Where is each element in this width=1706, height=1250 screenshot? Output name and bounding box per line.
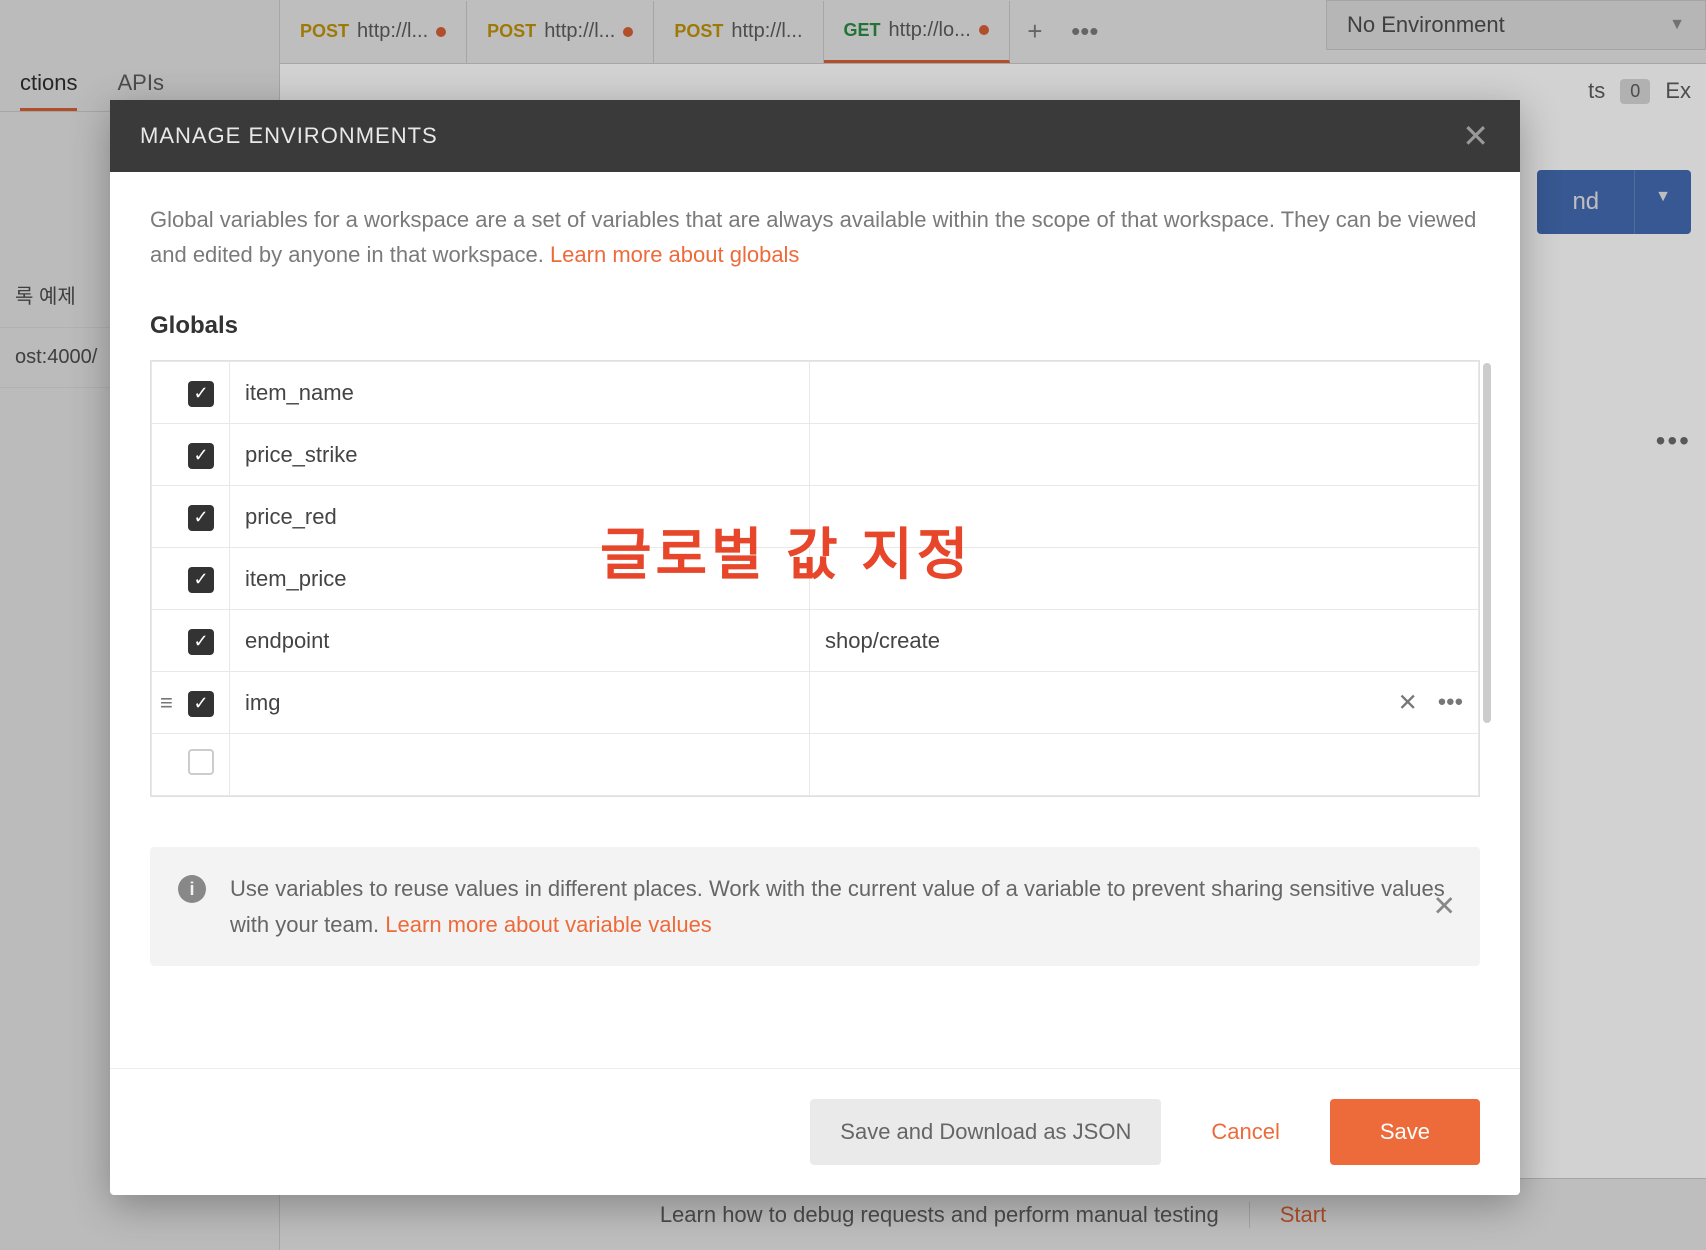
row-options-button[interactable]: •••	[1438, 688, 1463, 717]
variable-name-input[interactable]: endpoint	[230, 610, 810, 672]
variable-value-input[interactable]: shop/create	[810, 610, 1479, 672]
globals-section-title: Globals	[150, 312, 1480, 340]
drag-handle-icon[interactable]: ≡	[160, 690, 173, 716]
modal-header: MANAGE ENVIRONMENTS ✕	[110, 100, 1520, 172]
enable-checkbox[interactable]: ✓	[188, 381, 214, 407]
variable-value-input[interactable]	[810, 734, 1479, 796]
enable-checkbox-empty[interactable]	[188, 749, 214, 775]
info-dismiss-button[interactable]: ✕	[1433, 884, 1456, 929]
modal-description: Global variables for a workspace are a s…	[150, 202, 1480, 272]
variable-name-input[interactable]: img	[230, 672, 810, 734]
variable-row[interactable]: ✓ item_name	[152, 362, 1479, 424]
variable-row-empty[interactable]	[152, 734, 1479, 796]
variable-value-input[interactable]	[810, 362, 1479, 424]
save-download-json-button[interactable]: Save and Download as JSON	[810, 1099, 1161, 1165]
variable-name-input[interactable]: item_price	[230, 548, 810, 610]
close-icon: ✕	[1462, 118, 1490, 154]
enable-checkbox[interactable]: ✓	[188, 505, 214, 531]
variable-row[interactable]: ✓ price_red	[152, 486, 1479, 548]
variable-row[interactable]: ✓ price_strike	[152, 424, 1479, 486]
variable-name-input[interactable]: item_name	[230, 362, 810, 424]
enable-checkbox[interactable]: ✓	[188, 691, 214, 717]
close-icon: ✕	[1433, 890, 1456, 921]
variable-name-input[interactable]: price_strike	[230, 424, 810, 486]
variable-row[interactable]: ✓ endpoint shop/create	[152, 610, 1479, 672]
variable-name-input[interactable]	[230, 734, 810, 796]
info-text: Use variables to reuse values in differe…	[230, 871, 1452, 941]
info-banner: i Use variables to reuse values in diffe…	[150, 847, 1480, 965]
info-icon: i	[178, 875, 206, 903]
manage-environments-modal: MANAGE ENVIRONMENTS ✕ Global variables f…	[110, 100, 1520, 1195]
enable-checkbox[interactable]: ✓	[188, 443, 214, 469]
dots-icon: •••	[1438, 688, 1463, 715]
variable-value-input[interactable]	[810, 486, 1479, 548]
variable-row-active[interactable]: ≡ ✓ img ✕ •••	[152, 672, 1479, 734]
variable-value-input[interactable]	[810, 548, 1479, 610]
modal-title: MANAGE ENVIRONMENTS	[140, 123, 438, 149]
learn-more-globals-link[interactable]: Learn more about globals	[550, 242, 800, 267]
close-icon: ✕	[1398, 689, 1418, 716]
globals-table: ✓ item_name ✓ price_strike ✓ price_red ✓…	[150, 360, 1480, 797]
modal-footer: Save and Download as JSON Cancel Save	[110, 1068, 1520, 1195]
enable-checkbox[interactable]: ✓	[188, 567, 214, 593]
close-button[interactable]: ✕	[1462, 120, 1490, 152]
save-button[interactable]: Save	[1330, 1099, 1480, 1165]
learn-more-values-link[interactable]: Learn more about variable values	[385, 912, 712, 937]
variable-value-input[interactable]: ✕ •••	[810, 672, 1479, 734]
cancel-button[interactable]: Cancel	[1211, 1119, 1279, 1145]
table-scrollbar[interactable]	[1483, 363, 1491, 723]
variable-row[interactable]: ✓ item_price	[152, 548, 1479, 610]
variable-name-input[interactable]: price_red	[230, 486, 810, 548]
desc-text: Global variables for a workspace are a s…	[150, 207, 1476, 267]
delete-row-button[interactable]: ✕	[1398, 688, 1418, 717]
enable-checkbox[interactable]: ✓	[188, 629, 214, 655]
variable-value-input[interactable]	[810, 424, 1479, 486]
